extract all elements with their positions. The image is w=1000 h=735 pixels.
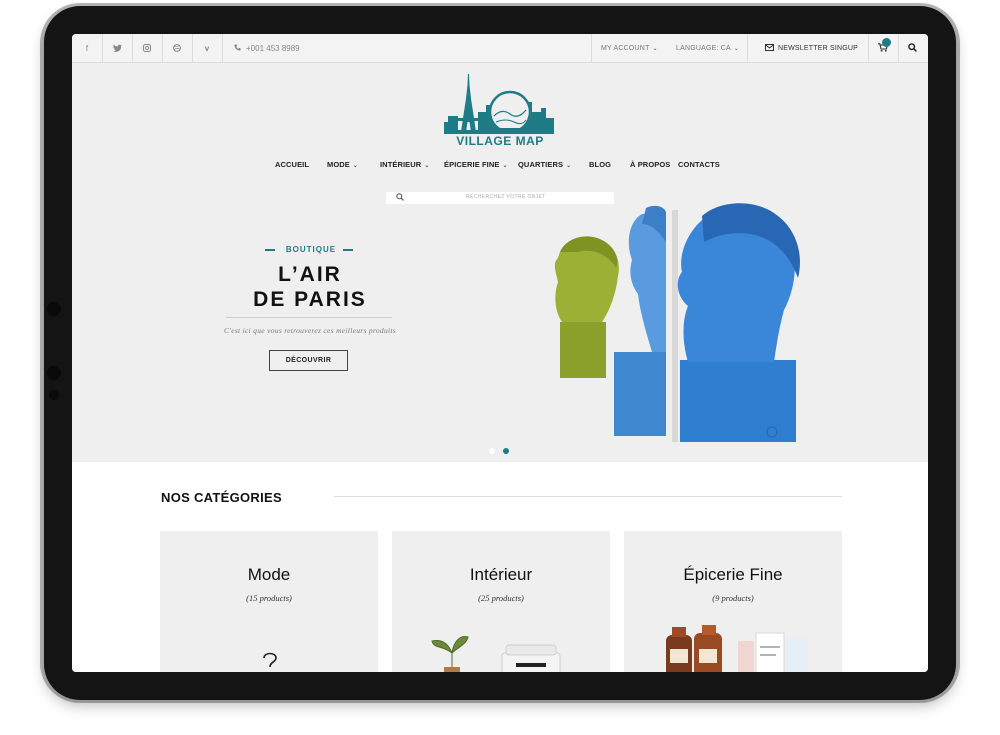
tablet-side-button xyxy=(47,302,61,316)
mail-icon xyxy=(765,43,774,53)
site-logo[interactable]: VILLAGE MAP xyxy=(444,72,554,150)
category-card-mode[interactable]: Mode (15 products) xyxy=(160,531,378,672)
chevron-down-icon: ⌄ xyxy=(502,163,508,169)
my-account-menu[interactable]: MY ACCOUNT ⌄ xyxy=(601,34,658,62)
category-count: (15 products) xyxy=(246,593,292,603)
nav-label: QUARTIERS xyxy=(518,160,564,169)
grocery-jars-image xyxy=(666,625,808,672)
category-card-epicerie-fine[interactable]: Épicerie Fine (9 products) xyxy=(624,531,842,672)
discover-button-label: DÉCOUVRIR xyxy=(285,357,332,364)
vimeo-icon[interactable]: v xyxy=(192,34,223,62)
plant-and-cup-image xyxy=(431,636,561,672)
nav-item-quartiers[interactable]: QUARTIERS ⌄ xyxy=(518,160,571,169)
main-navigation: ACCUEIL MODE ⌄ INTÉRIEUR ⌄ ÉPICERIE FINE ⌄ … xyxy=(72,160,928,176)
nav-label: MODE xyxy=(327,160,350,169)
divider xyxy=(591,34,592,62)
divider xyxy=(898,34,899,62)
dribbble-icon[interactable] xyxy=(162,34,193,62)
divider xyxy=(747,34,748,62)
nav-label: CONTACTS xyxy=(678,160,720,169)
twitter-icon[interactable] xyxy=(102,34,133,62)
newsletter-signup-link[interactable]: NEWSLETTER SINGUP xyxy=(765,34,858,62)
nav-item-blog[interactable]: BLOG xyxy=(589,160,611,169)
nav-label: INTÉRIEUR xyxy=(380,160,422,169)
nav-item-interieur[interactable]: INTÉRIEUR ⌄ xyxy=(380,160,429,169)
phone-number[interactable]: +001 453 8989 xyxy=(234,34,300,62)
eyebrow-dash xyxy=(343,249,353,251)
nav-item-epicerie-fine[interactable]: ÉPICERIE FINE ⌄ xyxy=(444,160,508,169)
chevron-down-icon: ⌄ xyxy=(652,45,658,52)
categories-heading-rule xyxy=(334,496,842,497)
search-icon xyxy=(396,193,404,203)
search-icon xyxy=(908,42,917,54)
browser-viewport: f v +001 453 8989 MY ACCOUNT ⌄ LANGUAGE:… xyxy=(72,34,928,672)
nav-label: BLOG xyxy=(589,160,612,169)
paris-skyline-logo xyxy=(444,74,554,134)
category-title: Épicerie Fine xyxy=(683,565,783,584)
nav-item-a-propos[interactable]: À PROPOS xyxy=(630,160,670,169)
my-account-label: MY ACCOUNT xyxy=(601,44,650,52)
category-title: Intérieur xyxy=(469,565,533,584)
hero-divider xyxy=(226,317,392,318)
hero-title-line1: L’AIR xyxy=(278,263,342,286)
category-title: Mode xyxy=(247,565,291,584)
divider xyxy=(868,34,869,62)
newsletter-label: NEWSLETTER SINGUP xyxy=(778,44,859,52)
sculpted-heads-image xyxy=(554,203,800,442)
chevron-down-icon: ⌄ xyxy=(424,163,430,169)
facebook-icon[interactable]: f xyxy=(72,34,103,62)
nav-label: ÉPICERIE FINE xyxy=(444,160,500,169)
nav-item-contacts[interactable]: CONTACTS xyxy=(678,160,720,169)
nav-item-accueil[interactable]: ACCUEIL xyxy=(275,160,309,169)
chevron-down-icon: ⌄ xyxy=(566,163,572,169)
search-placeholder: RECHERCHEZ VOTRE OBJET xyxy=(466,194,546,200)
category-count: (9 products) xyxy=(712,593,754,603)
nav-item-mode[interactable]: MODE ⌄ xyxy=(327,160,358,169)
tablet-side-button xyxy=(47,366,61,380)
hero-title-line2: DE PARIS xyxy=(253,288,367,311)
slider-dot[interactable] xyxy=(489,448,495,454)
hanger-icon xyxy=(263,652,277,668)
slider-dot-active[interactable] xyxy=(503,448,509,454)
nav-label: À PROPOS xyxy=(630,160,671,169)
categories-heading: NOS CATÉGORIES xyxy=(161,490,282,505)
language-label: LANGUAGE: CA xyxy=(676,44,731,52)
tablet-side-button xyxy=(49,390,59,400)
chevron-down-icon: ⌄ xyxy=(352,163,359,169)
category-count: (25 products) xyxy=(478,593,524,603)
search-toggle-button[interactable] xyxy=(908,34,917,62)
instagram-icon[interactable] xyxy=(132,34,163,62)
brand-name: VILLAGE MAP xyxy=(456,134,544,148)
top-bar: f v +001 453 8989 MY ACCOUNT ⌄ LANGUAGE:… xyxy=(72,34,928,63)
language-menu[interactable]: LANGUAGE: CA ⌄ xyxy=(676,34,739,62)
discover-button[interactable]: DÉCOUVRIR xyxy=(269,350,348,371)
nav-label: ACCUEIL xyxy=(275,160,310,169)
category-card-interieur[interactable]: Intérieur (25 products) xyxy=(392,531,610,672)
cart-count-badge xyxy=(882,38,891,47)
chevron-down-icon: ⌄ xyxy=(733,45,740,52)
hero-subtitle: C'est ici que vous retrouverez ces meill… xyxy=(224,326,396,335)
phone-label: +001 453 8989 xyxy=(246,43,300,53)
phone-icon xyxy=(234,43,241,53)
